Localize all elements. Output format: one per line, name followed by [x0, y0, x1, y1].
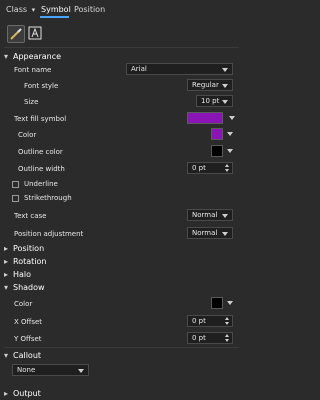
position-adjustment-value: Normal	[192, 229, 218, 237]
outline-width-label: Outline width	[18, 165, 65, 173]
size-label: Size	[24, 98, 39, 106]
chevron-down-icon: ▾	[4, 283, 9, 292]
chevron-right-icon: ▸	[4, 270, 9, 279]
y-offset-value: 0 pt	[192, 334, 206, 342]
tab-symbol[interactable]: Symbol	[41, 5, 71, 14]
text-case-dropdown[interactable]: Normal	[187, 209, 233, 221]
outline-color-picker[interactable]	[211, 145, 233, 157]
color-swatch	[211, 128, 223, 140]
shadow-color-swatch	[211, 297, 223, 309]
text-symbol-icon[interactable]	[27, 25, 43, 41]
stepper[interactable]	[223, 333, 232, 343]
text-fill-symbol-label: Text fill symbol	[14, 115, 67, 123]
tab-position[interactable]: Position	[74, 5, 105, 14]
chevron-down-icon	[229, 116, 235, 120]
color-picker[interactable]	[211, 128, 233, 140]
strikethrough-checkbox-box	[12, 195, 19, 202]
position-adjustment-label: Position adjustment	[14, 230, 84, 238]
color-label: Color	[18, 131, 37, 139]
x-offset-input[interactable]: 0 pt	[187, 315, 233, 327]
tab-class-label: Class	[6, 5, 28, 14]
x-offset-value: 0 pt	[192, 317, 206, 325]
section-output: Output	[13, 389, 41, 398]
size-dropdown[interactable]: 10 pt	[196, 95, 233, 107]
position-adjustment-dropdown[interactable]: Normal	[187, 227, 233, 239]
y-offset-label: Y Offset	[14, 335, 42, 343]
callout-dropdown[interactable]: None	[12, 364, 89, 376]
section-callout: Callout	[13, 351, 42, 360]
outline-width-input[interactable]: 0 pt	[187, 162, 233, 174]
chevron-down-icon	[227, 301, 233, 305]
shadow-color-picker[interactable]	[211, 297, 233, 309]
outline-color-label: Outline color	[18, 148, 63, 156]
text-case-value: Normal	[192, 211, 218, 219]
top-tabs: Class ▾ Symbol Position	[0, 0, 243, 18]
font-style-value: Regular	[192, 81, 219, 89]
y-offset-input[interactable]: 0 pt	[187, 332, 233, 344]
shadow-color-label: Color	[14, 300, 33, 308]
chevron-down-icon: ▾	[4, 351, 9, 360]
font-style-dropdown[interactable]: Regular	[187, 79, 233, 91]
text-fill-symbol-picker[interactable]	[187, 112, 235, 124]
tab-class[interactable]: Class ▾	[6, 5, 35, 14]
chevron-down-icon: ▾	[31, 6, 36, 14]
chevron-down-icon	[227, 149, 233, 153]
chevron-right-icon: ▸	[4, 244, 9, 253]
font-name-value: Arial	[131, 65, 147, 73]
x-offset-label: X Offset	[14, 318, 43, 326]
section-halo: Halo	[13, 270, 32, 279]
stepper[interactable]	[223, 316, 232, 326]
callout-value: None	[17, 366, 36, 374]
section-shadow: Shadow	[13, 283, 45, 292]
text-case-label: Text case	[14, 212, 47, 220]
chevron-right-icon: ▸	[4, 389, 9, 398]
symbol-mode-icons	[0, 21, 243, 45]
underline-checkbox-box	[12, 181, 19, 188]
chevron-down-icon	[227, 132, 233, 136]
section-position: Position	[13, 244, 45, 253]
text-fill-swatch	[187, 112, 223, 124]
outline-width-value: 0 pt	[192, 164, 206, 172]
font-style-label: Font style	[24, 82, 59, 90]
divider	[4, 47, 239, 48]
strikethrough-label: Strikethrough	[24, 194, 72, 202]
tab-symbol-label: Symbol	[41, 5, 71, 14]
active-tab-indicator	[40, 16, 69, 18]
section-appearance: Appearance	[13, 52, 62, 61]
outline-color-swatch	[211, 145, 223, 157]
section-rotation: Rotation	[13, 257, 47, 266]
divider	[4, 347, 239, 348]
tab-position-label: Position	[74, 5, 106, 14]
underline-label: Underline	[24, 180, 58, 188]
chevron-down-icon: ▾	[4, 52, 9, 61]
font-name-label: Font name	[14, 66, 52, 74]
stepper[interactable]	[223, 163, 232, 173]
chevron-right-icon: ▸	[4, 257, 9, 266]
paintbrush-icon[interactable]	[7, 25, 25, 43]
size-value: 10 pt	[201, 97, 220, 105]
font-name-dropdown[interactable]: Arial	[126, 63, 233, 75]
